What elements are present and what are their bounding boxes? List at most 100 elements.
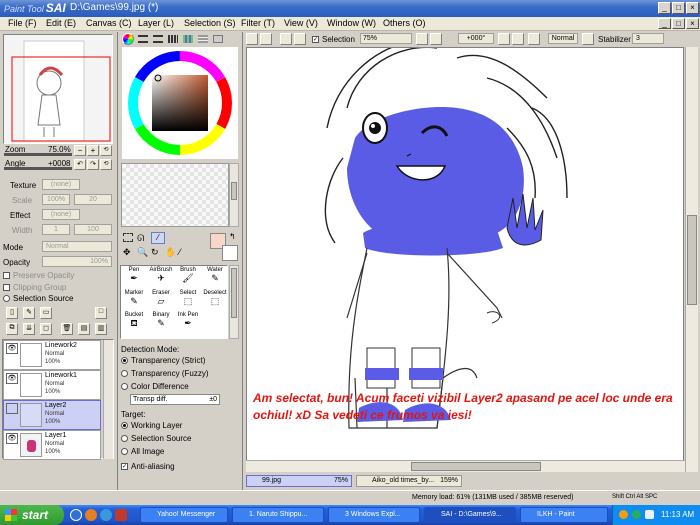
rotate-left-icon[interactable]: ↶ [74,159,86,170]
flip-icon[interactable] [528,33,540,45]
radio-transparency-fuzzy[interactable]: Transparency (Fuzzy) [121,369,209,378]
swatch-scrollbar[interactable] [229,163,239,227]
swatch-tab[interactable] [168,35,178,43]
swatches-tab[interactable] [213,35,223,43]
menu-canvas[interactable]: Canvas (C) [86,18,132,28]
rect-select-icon[interactable] [123,233,133,242]
width-field[interactable]: 1 [42,224,70,235]
hsv-slider-tab[interactable] [153,35,163,43]
tool-water[interactable]: Water ✎ [202,267,228,283]
tool-eraser[interactable]: Eraser ▱ [148,290,174,306]
magic-wand-icon[interactable]: ⁄ [151,232,165,244]
tray-icon[interactable] [632,510,641,519]
tool-airbrush[interactable]: AirBrush ✈ [148,267,174,283]
clear-layer-icon[interactable]: ◻ [40,323,52,335]
merge-layer-icon[interactable]: ⇊ [23,323,35,335]
invert-selection-icon[interactable] [294,33,306,45]
layer-item[interactable]: 👁 Linework2 Normal 100% [3,340,101,370]
rotate-icon[interactable]: ↻ [151,247,159,258]
radio-all-image[interactable]: All Image [121,447,164,456]
task-windows-explorer[interactable]: 3 Windows Expl... [328,507,420,523]
deselect-all-icon[interactable] [280,33,292,45]
rotate-cw-icon[interactable] [512,33,524,45]
color-swatches[interactable] [121,163,229,227]
tray-icon[interactable] [619,510,628,519]
menu-layer[interactable]: Layer (L) [138,18,174,28]
radio-color-difference[interactable]: Color Difference [121,382,189,391]
vertical-scrollbar[interactable] [685,47,698,472]
doc-close-button[interactable]: × [686,18,699,29]
zoom-out-button[interactable]: − [74,145,86,156]
minimize-button[interactable]: _ [658,2,671,14]
pen-pressure-icon[interactable] [582,33,594,45]
zoom-reset-icon[interactable]: ⟲ [100,145,112,156]
menu-file[interactable]: File (F) [8,18,37,28]
navigator-preview[interactable] [3,34,113,144]
undo-icon[interactable] [246,33,258,45]
copy-layer-icon[interactable]: ⧉ [6,323,18,335]
zoom-select[interactable]: 75% [360,33,412,44]
radio-transparency-strict[interactable]: Transparency (Strict) [121,356,205,365]
messenger-icon[interactable] [100,509,112,521]
clipping-group-checkbox[interactable]: Clipping Group [3,283,66,292]
tool-grid-scrollbar[interactable] [229,265,239,339]
angle-slider[interactable] [4,167,72,170]
zoom-out-icon[interactable] [416,33,428,45]
zoom-slider[interactable] [4,153,72,156]
selection-source-checkbox[interactable]: Selection Source [3,294,73,303]
tool-ink-pen[interactable]: Ink Pen ✒ [175,312,201,328]
firefox-icon[interactable] [85,509,97,521]
layer-scrollbar[interactable] [103,340,113,459]
tool-marker[interactable]: Marker ✎ [121,290,147,306]
task-naruto[interactable]: 1. Naruto Shippu... [232,507,324,523]
layer-item[interactable]: 👁 Linework1 Normal 100% [3,370,101,400]
scale-number[interactable]: 20 [74,194,112,205]
selection-toggle[interactable]: ✓ Selection [312,35,355,44]
eyedropper-icon[interactable]: ⁄ [179,247,181,257]
layer-up-icon[interactable]: ▥ [95,323,107,335]
delete-layer-icon[interactable]: 🗑 [61,323,73,335]
hand-icon[interactable]: ✋ [165,247,176,258]
angle-select[interactable]: +000° [458,33,494,44]
mixer-tab[interactable] [183,35,193,43]
redo-icon[interactable] [260,33,272,45]
color-picker[interactable] [122,47,238,159]
texture-select[interactable]: (none) [42,179,80,190]
maximize-button[interactable]: □ [672,2,685,14]
layer-down-icon[interactable]: ▤ [78,323,90,335]
new-folder-icon[interactable]: ▭ [40,307,52,319]
task-sai[interactable]: SAI - D:\Games\9... [424,507,516,523]
radio-selection-source[interactable]: Selection Source [121,434,191,443]
tool-select[interactable]: Select ⬚ [175,290,201,306]
color-wheel[interactable] [122,47,238,159]
eye-hidden-icon[interactable] [6,403,18,414]
secondary-color-swatch[interactable] [222,245,238,261]
scale-field[interactable]: 100% [42,194,70,205]
width-number[interactable]: 100 [74,224,112,235]
media-icon[interactable] [115,509,127,521]
volume-icon[interactable] [645,510,654,519]
tool-pen[interactable]: Pen ✒ [121,267,147,283]
layer-item[interactable]: 👁 Layer1 Normal 100% [3,430,101,460]
move-icon[interactable]: ✥ [123,247,131,258]
eye-icon[interactable]: 👁 [6,343,18,354]
rotate-reset-icon[interactable]: ⟲ [100,159,112,170]
tool-brush[interactable]: Brush 🖌 [175,267,201,283]
layer-item-selected[interactable]: Layer2 Normal 100% [3,400,101,430]
tool-binary[interactable]: Binary ✎ [148,312,174,328]
rotate-ccw-icon[interactable] [498,33,510,45]
eye-icon[interactable]: 👁 [6,433,18,444]
tab-99-jpg[interactable]: 99.jpg 75% [246,475,352,487]
doc-maximize-button[interactable]: □ [672,18,685,29]
menu-filter[interactable]: Filter (T) [241,18,275,28]
menu-view[interactable]: View (V) [284,18,318,28]
task-yahoo-messenger[interactable]: Yahoo! Messenger [140,507,228,523]
tab-aiko[interactable]: Aiko_old times_by... 159% [356,475,462,487]
horizontal-scrollbar[interactable] [246,460,685,472]
blend-mode-select[interactable]: Normal [548,33,578,44]
new-layer-icon[interactable]: ▯ [6,307,18,319]
close-button[interactable]: × [686,2,699,14]
menu-others[interactable]: Others (O) [383,18,426,28]
color-wheel-tab[interactable] [122,33,134,45]
zoom-icon[interactable]: 🔍 [137,247,148,258]
